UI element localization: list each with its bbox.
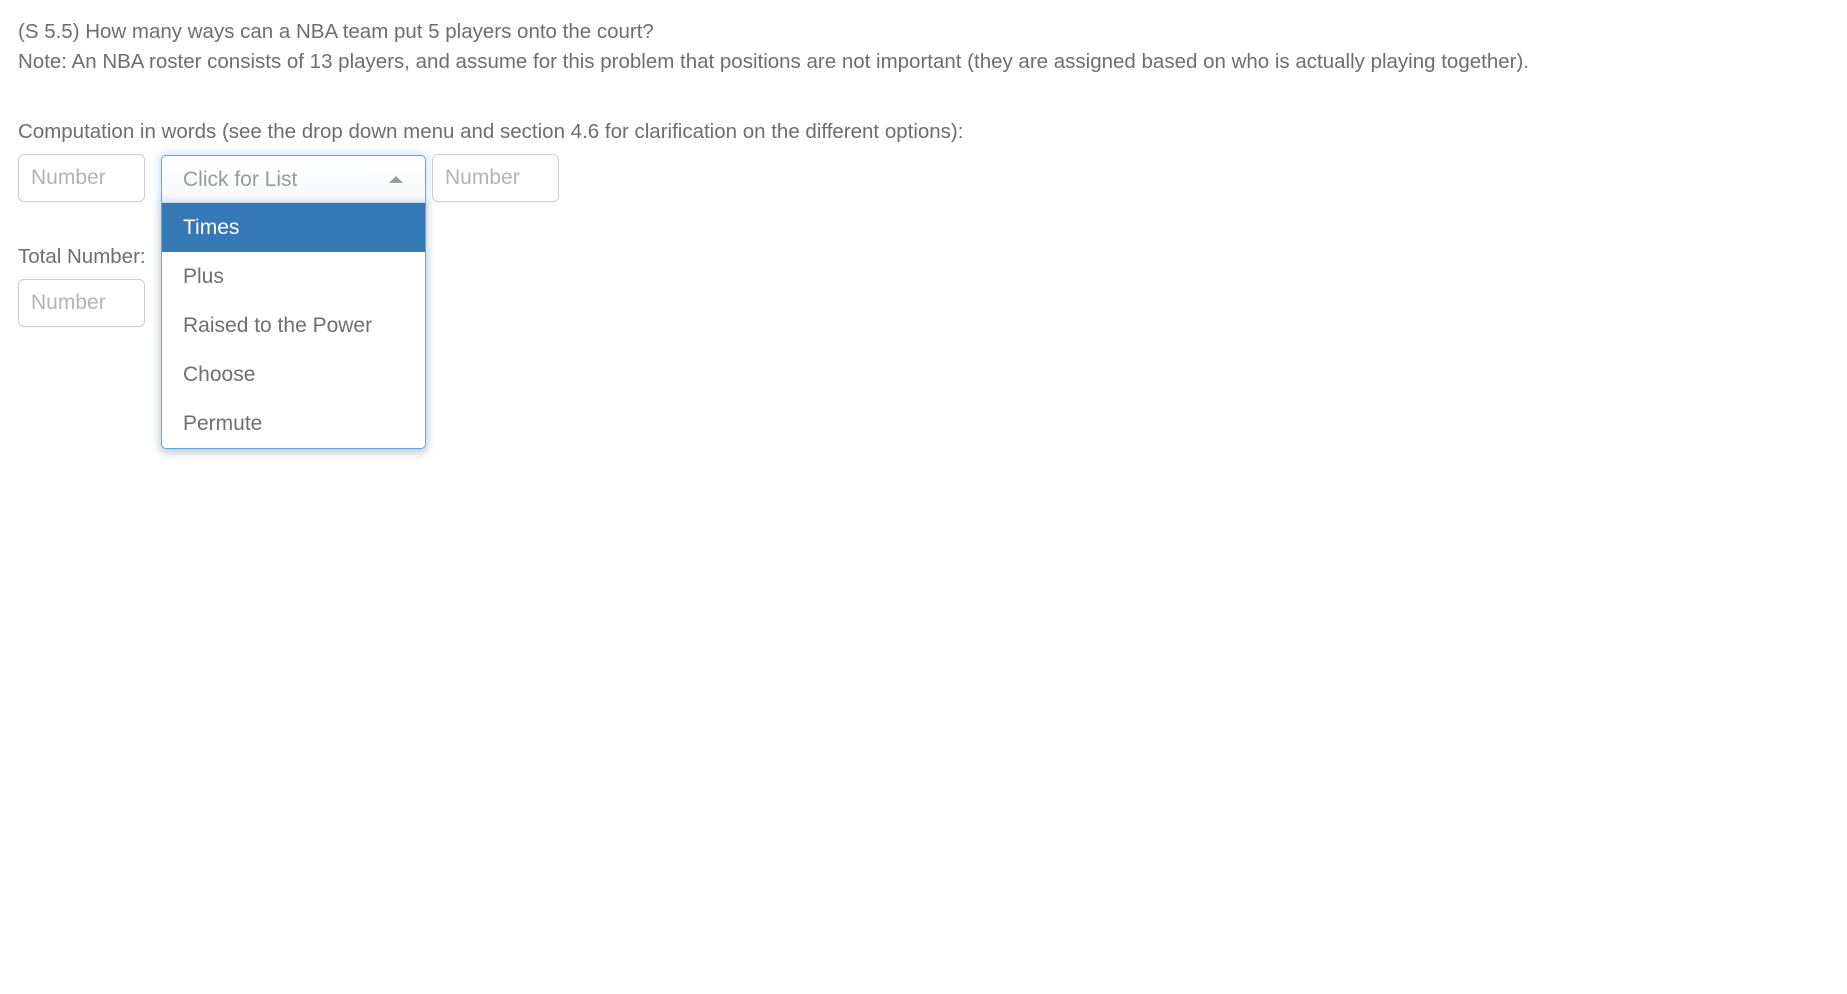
dropdown-option-raised-to-the-power[interactable]: Raised to the Power bbox=[162, 301, 425, 350]
operation-dropdown-toggle[interactable]: Click for List bbox=[161, 155, 426, 203]
dropdown-option-choose[interactable]: Choose bbox=[162, 350, 425, 399]
total-number-input[interactable] bbox=[18, 279, 145, 327]
page-root: (S 5.5) How many ways can a NBA team put… bbox=[0, 0, 1847, 994]
dropdown-option-label: Raised to the Power bbox=[183, 313, 373, 337]
total-number-label: Total Number: bbox=[18, 245, 146, 268]
question-line-2: Note: An NBA roster consists of 13 playe… bbox=[18, 50, 1529, 73]
question-line-1: (S 5.5) How many ways can a NBA team put… bbox=[18, 20, 654, 43]
total-number-input-wrap bbox=[18, 279, 145, 327]
dropdown-option-label: Permute bbox=[183, 411, 263, 435]
computation-prompt: Computation in words (see the drop down … bbox=[18, 120, 964, 143]
dropdown-option-label: Times bbox=[183, 215, 240, 239]
dropdown-option-label: Plus bbox=[183, 264, 224, 288]
operation-dropdown: Click for List Times Plus Raised to the … bbox=[161, 155, 426, 449]
operation-dropdown-menu: Times Plus Raised to the Power Choose Pe… bbox=[161, 203, 426, 449]
question-block: (S 5.5) How many ways can a NBA team put… bbox=[18, 17, 1828, 77]
caret-up-icon bbox=[389, 175, 403, 183]
computation-right-number-input[interactable] bbox=[432, 154, 559, 202]
dropdown-option-plus[interactable]: Plus bbox=[162, 252, 425, 301]
dropdown-option-times[interactable]: Times bbox=[162, 203, 425, 252]
computation-left-number-input[interactable] bbox=[18, 154, 145, 202]
operation-dropdown-selected-label: Click for List bbox=[183, 167, 298, 191]
dropdown-option-permute[interactable]: Permute bbox=[162, 399, 425, 448]
dropdown-option-label: Choose bbox=[183, 362, 256, 386]
